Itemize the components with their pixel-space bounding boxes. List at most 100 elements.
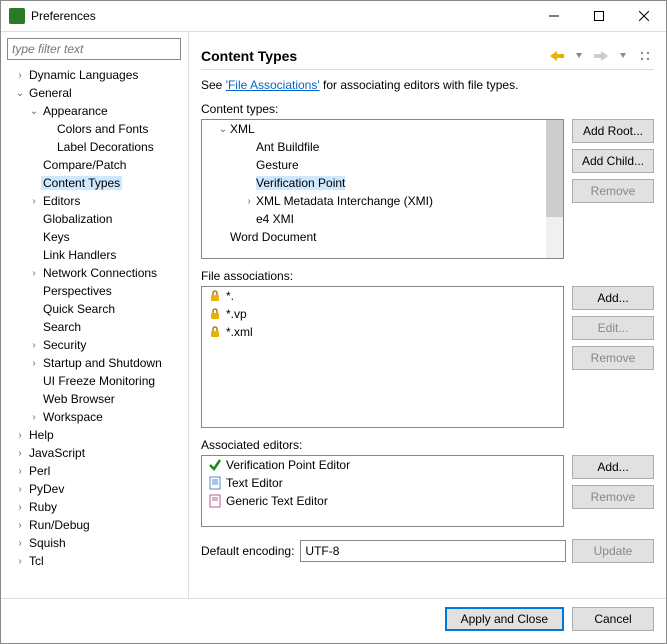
encoding-input[interactable] (300, 540, 566, 562)
editor-name: Generic Text Editor (226, 494, 328, 508)
ct-label: Word Document (230, 230, 316, 244)
content-type-item[interactable]: e4 XMI (202, 210, 563, 228)
forward-button[interactable] (592, 47, 610, 65)
nav-label: Link Handlers (41, 248, 118, 262)
nav-item[interactable]: ›Squish (7, 534, 188, 552)
file-assoc-item[interactable]: *.vp (202, 305, 563, 323)
twisty-icon: ⌄ (13, 88, 27, 99)
nav-item[interactable]: ›Run/Debug (7, 516, 188, 534)
remove-editor-button[interactable]: Remove (572, 485, 654, 509)
apply-and-close-button[interactable]: Apply and Close (445, 607, 564, 631)
nav-item[interactable]: ⌄General (7, 84, 188, 102)
nav-item[interactable]: Perspectives (7, 282, 188, 300)
file-assoc-item[interactable]: *. (202, 287, 563, 305)
add-fa-button[interactable]: Add... (572, 286, 654, 310)
footer: Apply and Close Cancel (1, 598, 666, 643)
editor-item[interactable]: Generic Text Editor (202, 492, 563, 510)
add-child-button[interactable]: Add Child... (572, 149, 654, 173)
twisty-icon: › (13, 484, 27, 495)
nav-label: Perspectives (41, 284, 114, 298)
nav-item[interactable]: Compare/Patch (7, 156, 188, 174)
nav-label: Network Connections (41, 266, 159, 280)
editor-icon (208, 494, 222, 508)
nav-label: Perl (27, 464, 52, 478)
close-button[interactable] (621, 1, 666, 31)
twisty-icon: › (13, 430, 27, 441)
nav-item[interactable]: ›Workspace (7, 408, 188, 426)
edit-fa-button[interactable]: Edit... (572, 316, 654, 340)
nav-item[interactable]: Quick Search (7, 300, 188, 318)
lock-icon (208, 325, 222, 339)
pattern: *.vp (226, 307, 247, 321)
minimize-button[interactable] (531, 1, 576, 31)
scrollbar[interactable] (546, 120, 563, 258)
nav-item[interactable]: ›Dynamic Languages (7, 66, 188, 84)
nav-label: UI Freeze Monitoring (41, 374, 157, 388)
nav-item[interactable]: ⌄Appearance (7, 102, 188, 120)
nav-label: Dynamic Languages (27, 68, 140, 82)
nav-item[interactable]: Globalization (7, 210, 188, 228)
nav-label: General (27, 86, 74, 100)
nav-item[interactable]: Search (7, 318, 188, 336)
nav-item[interactable]: ›Editors (7, 192, 188, 210)
assoc-editors-list[interactable]: Verification Point Editor Text Editor Gene… (201, 455, 564, 527)
content-types-tree[interactable]: ⌄XMLAnt Buildfile Gesture Verification Poi… (201, 119, 564, 259)
content-type-item[interactable]: ⌄XML (202, 120, 563, 138)
nav-tree[interactable]: ›Dynamic Languages⌄General⌄AppearanceCol… (7, 64, 188, 598)
nav-item[interactable]: ›Help (7, 426, 188, 444)
scroll-thumb[interactable] (546, 120, 563, 217)
file-assoc-list[interactable]: *. *.vp *.xml (201, 286, 564, 428)
file-associations-link[interactable]: 'File Associations' (226, 78, 320, 92)
encoding-row: Default encoding: Update (201, 539, 654, 563)
nav-label: Search (41, 320, 83, 334)
nav-label: PyDev (27, 482, 66, 496)
nav-item[interactable]: Content Types (7, 174, 188, 192)
nav-item[interactable]: Web Browser (7, 390, 188, 408)
twisty-icon: › (13, 70, 27, 81)
content-type-item[interactable]: Verification Point (202, 174, 563, 192)
file-assoc-label: File associations: (201, 269, 654, 283)
twisty-icon: ⌄ (216, 124, 230, 135)
sidebar: ›Dynamic Languages⌄General⌄AppearanceCol… (1, 32, 189, 598)
editor-name: Verification Point Editor (226, 458, 350, 472)
back-menu[interactable] (570, 47, 588, 65)
nav-item[interactable]: Link Handlers (7, 246, 188, 264)
nav-item[interactable]: UI Freeze Monitoring (7, 372, 188, 390)
editor-item[interactable]: Text Editor (202, 474, 563, 492)
nav-item[interactable]: ›Tcl (7, 552, 188, 570)
nav-item[interactable]: ›PyDev (7, 480, 188, 498)
update-button[interactable]: Update (572, 539, 654, 563)
nav-label: Security (41, 338, 88, 352)
pattern: *.xml (226, 325, 253, 339)
nav-item[interactable]: ›Perl (7, 462, 188, 480)
nav-item[interactable]: Colors and Fonts (7, 120, 188, 138)
nav-item[interactable]: ›Startup and Shutdown (7, 354, 188, 372)
menu-button[interactable] (636, 47, 654, 65)
ct-label: Gesture (256, 158, 299, 172)
twisty-icon: › (13, 502, 27, 513)
editor-item[interactable]: Verification Point Editor (202, 456, 563, 474)
pattern: *. (226, 289, 234, 303)
twisty-icon: › (27, 340, 41, 351)
maximize-button[interactable] (576, 1, 621, 31)
filter-input[interactable] (7, 38, 181, 60)
remove-fa-button[interactable]: Remove (572, 346, 654, 370)
content-type-item[interactable]: ›XML Metadata Interchange (XMI) (202, 192, 563, 210)
add-root-button[interactable]: Add Root... (572, 119, 654, 143)
content-type-item[interactable]: Word Document (202, 228, 563, 246)
nav-item[interactable]: ›Security (7, 336, 188, 354)
content-type-item[interactable]: Ant Buildfile (202, 138, 563, 156)
nav-item[interactable]: ›Network Connections (7, 264, 188, 282)
close-icon (639, 11, 649, 21)
remove-ct-button[interactable]: Remove (572, 179, 654, 203)
nav-item[interactable]: Label Decorations (7, 138, 188, 156)
file-assoc-item[interactable]: *.xml (202, 323, 563, 341)
content-type-item[interactable]: Gesture (202, 156, 563, 174)
nav-item[interactable]: Keys (7, 228, 188, 246)
nav-item[interactable]: ›JavaScript (7, 444, 188, 462)
nav-item[interactable]: ›Ruby (7, 498, 188, 516)
forward-menu[interactable] (614, 47, 632, 65)
cancel-button[interactable]: Cancel (572, 607, 654, 631)
back-button[interactable] (548, 47, 566, 65)
add-editor-button[interactable]: Add... (572, 455, 654, 479)
